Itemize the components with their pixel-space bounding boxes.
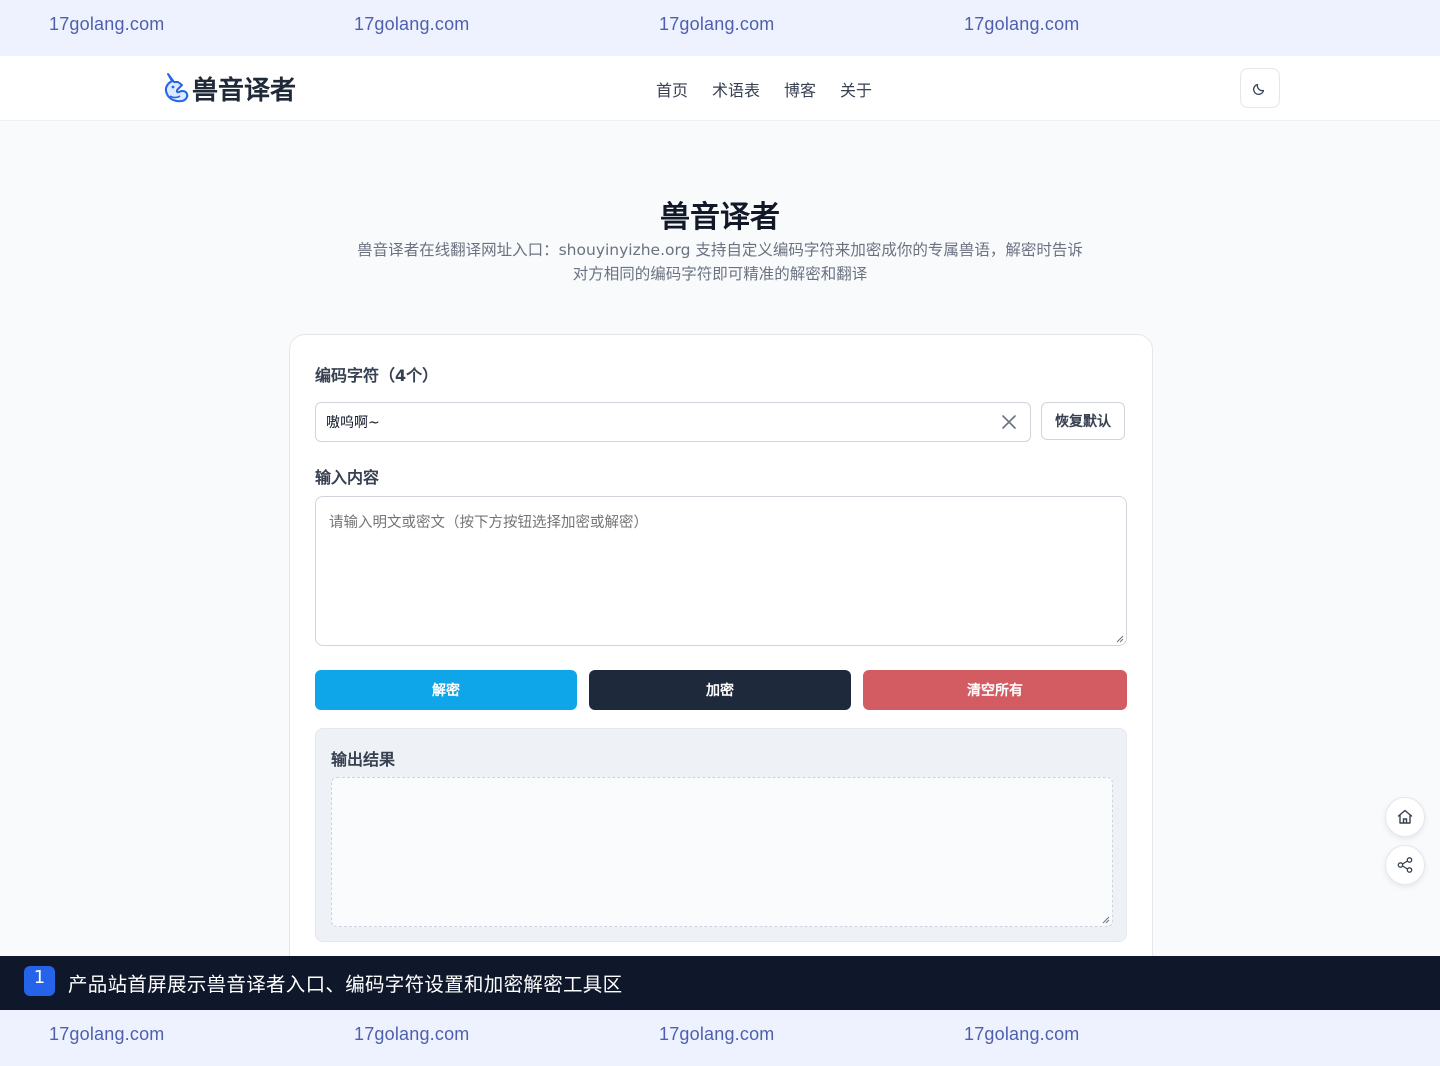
code-chars-input[interactable] bbox=[316, 403, 996, 441]
nav-item-blog[interactable]: 博客 bbox=[784, 77, 816, 101]
nav-item-glossary[interactable]: 术语表 bbox=[712, 77, 760, 101]
input-content-label: 输入内容 bbox=[315, 468, 380, 487]
caption-number-badge: 1 bbox=[24, 966, 55, 996]
nav-item-home[interactable]: 首页 bbox=[656, 77, 688, 101]
page-subtitle: 兽音译者在线翻译网址入口：shouyinyizhe.org 支持自定义编码字符来… bbox=[357, 241, 1083, 283]
watermark-text: 17golang.com bbox=[354, 1024, 470, 1044]
watermark-bar-top: 17golang.com 17golang.com 17golang.com 1… bbox=[0, 0, 1440, 56]
home-icon bbox=[1397, 809, 1413, 824]
watermark-text: 17golang.com bbox=[964, 1024, 1080, 1044]
watermark-text: 17golang.com bbox=[659, 1024, 775, 1044]
translator-card: 编码字符（4个） 恢复默认 输入内容 解密 加密 清空所有 输出结果 bbox=[289, 334, 1153, 1036]
code-chars-label: 编码字符（4个） bbox=[315, 366, 439, 385]
content-input[interactable] bbox=[315, 496, 1127, 646]
watermark-text: 17golang.com bbox=[659, 14, 775, 34]
code-input-wrapper bbox=[315, 402, 1031, 442]
resize-handle-icon[interactable] bbox=[1102, 916, 1110, 924]
logo[interactable]: 兽音译者 bbox=[162, 71, 297, 106]
decrypt-button[interactable]: 解密 bbox=[315, 670, 577, 710]
encrypt-button[interactable]: 加密 bbox=[589, 670, 851, 710]
close-icon[interactable] bbox=[1000, 413, 1018, 431]
nav-menu: 首页 术语表 博客 关于 bbox=[656, 77, 896, 101]
nav-item-about[interactable]: 关于 bbox=[840, 77, 872, 101]
navbar: 兽音译者 首页 术语表 博客 关于 bbox=[0, 56, 1440, 121]
watermark-text: 17golang.com bbox=[354, 14, 470, 34]
caption-bar: 1 产品站首屏展示兽音译者入口、编码字符设置和加密解密工具区 bbox=[0, 956, 1440, 1010]
moon-icon bbox=[1252, 83, 1265, 96]
unicorn-icon bbox=[164, 73, 189, 103]
watermark-bar-bottom: 17golang.com 17golang.com 17golang.com 1… bbox=[0, 1010, 1440, 1066]
output-area[interactable] bbox=[331, 777, 1113, 927]
share-button[interactable] bbox=[1385, 845, 1425, 885]
logo-text: 兽音译者 bbox=[192, 75, 297, 106]
share-icon bbox=[1397, 857, 1413, 873]
resize-handle-icon[interactable] bbox=[1116, 635, 1124, 643]
output-label: 输出结果 bbox=[331, 750, 396, 769]
caption-text: 产品站首屏展示兽音译者入口、编码字符设置和加密解密工具区 bbox=[68, 973, 623, 996]
watermark-text: 17golang.com bbox=[49, 1024, 165, 1044]
output-panel: 输出结果 bbox=[315, 728, 1127, 942]
clear-all-button[interactable]: 清空所有 bbox=[863, 670, 1127, 710]
page-title: 兽音译者 bbox=[660, 200, 780, 235]
home-button[interactable] bbox=[1385, 797, 1425, 837]
watermark-text: 17golang.com bbox=[49, 14, 165, 34]
watermark-text: 17golang.com bbox=[964, 14, 1080, 34]
theme-toggle-button[interactable] bbox=[1240, 68, 1280, 108]
reset-default-button[interactable]: 恢复默认 bbox=[1041, 402, 1125, 440]
